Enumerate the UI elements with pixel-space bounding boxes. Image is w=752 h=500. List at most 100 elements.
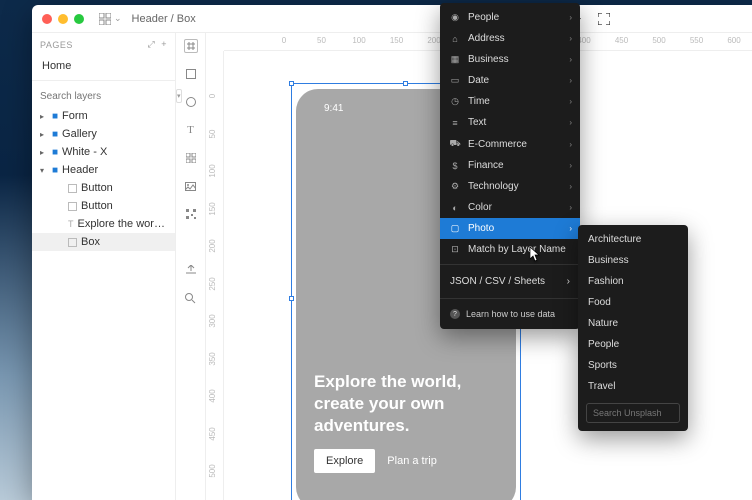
menu-item-e-commerce[interactable]: ⛟E-Commerce›	[440, 133, 580, 155]
chevron-right-icon: ›	[569, 182, 572, 191]
sidebar: PAGES ⤢ + Home ▾ ▸■Form▸■Gallery▸■White …	[32, 33, 176, 500]
ruler-tick: 500	[208, 464, 217, 477]
ruler-tick: 500	[652, 36, 665, 45]
submenu-search-input[interactable]: Search Unsplash	[586, 403, 680, 423]
divider	[32, 80, 175, 81]
ruler-tick: 350	[208, 352, 217, 365]
layer-item[interactable]: ▸■Gallery	[32, 125, 175, 143]
maximize-window-button[interactable]	[74, 14, 84, 24]
app-menu-icon[interactable]	[98, 12, 112, 26]
menu-separator	[440, 298, 580, 299]
ruler-tick: 50	[317, 36, 326, 45]
menu-item-color[interactable]: ◐Color›	[440, 197, 580, 218]
menu-item-label: Match by Layer Name	[468, 244, 566, 255]
layer-item[interactable]: Box	[32, 233, 175, 251]
submenu-item-business[interactable]: Business	[578, 250, 688, 271]
ruler-tick: 150	[390, 36, 403, 45]
collapse-icon[interactable]: ⤢	[148, 39, 156, 50]
traffic-lights	[42, 14, 84, 24]
layer-item[interactable]: ▸■Form	[32, 107, 175, 125]
qr-tool-icon[interactable]	[184, 207, 198, 221]
menu-item-icon: $	[450, 161, 460, 171]
chevron-right-icon: ›	[569, 97, 572, 106]
menu-item-technology[interactable]: ⚙Technology›	[440, 176, 580, 197]
ruler-tick: 300	[208, 314, 217, 327]
layer-item[interactable]: Button	[32, 179, 175, 197]
chevron-right-icon: ›	[569, 34, 572, 43]
menu-item-business[interactable]: ▦Business›	[440, 49, 580, 70]
submenu-item-fashion[interactable]: Fashion	[578, 271, 688, 292]
ruler-tick: 50	[208, 129, 217, 138]
layer-label: Header	[62, 164, 98, 176]
layer-item[interactable]: ▸■White - X	[32, 143, 175, 161]
layer-tree: ▸■Form▸■Gallery▸■White - X▾■HeaderButton…	[32, 107, 175, 251]
layer-item[interactable]: TExplore the world, cr...	[32, 215, 175, 233]
export-tool-icon[interactable]	[184, 263, 198, 277]
chevron-right-icon: ›	[569, 55, 572, 64]
menu-item-label: Time	[468, 96, 490, 107]
layer-item[interactable]: Button	[32, 197, 175, 215]
menu-item-icon: ▦	[450, 54, 460, 65]
views-tool-icon[interactable]	[184, 151, 198, 165]
add-page-icon[interactable]: +	[161, 39, 167, 50]
menu-item-people[interactable]: ◉People›	[440, 7, 580, 28]
selection-handle[interactable]	[289, 81, 294, 86]
titlebar: ⌄ Header / Box	[32, 5, 752, 33]
menu-item-label: Address	[468, 33, 505, 44]
chevron-down-icon[interactable]: ⌄	[114, 13, 122, 24]
menu-item-address[interactable]: ⌂ Address ›	[440, 28, 580, 49]
menu-item-icon: ≡	[450, 118, 460, 128]
submenu-item-people[interactable]: People	[578, 334, 688, 355]
menu-learn-link[interactable]: ?Learn how to use data	[440, 303, 580, 325]
menu-item-json[interactable]: JSON / CSV / Sheets›	[440, 269, 580, 294]
submenu-item-travel[interactable]: Travel	[578, 376, 688, 397]
menu-item-finance[interactable]: $Finance›	[440, 155, 580, 176]
chevron-right-icon: ›	[569, 140, 572, 149]
menu-item-photo[interactable]: ▢Photo›	[440, 218, 580, 239]
frame-tool-icon[interactable]	[184, 39, 198, 53]
ruler-tick: 550	[690, 36, 703, 45]
search-input[interactable]	[40, 91, 172, 102]
layer-label: Box	[81, 236, 100, 248]
submenu-item-food[interactable]: Food	[578, 292, 688, 313]
ruler-tick: 450	[208, 427, 217, 440]
layer-item[interactable]: ▾■Header	[32, 161, 175, 179]
menu-item-icon: ⌂	[450, 34, 460, 44]
image-tool-icon[interactable]	[184, 179, 198, 193]
submenu-item-sports[interactable]: Sports	[578, 355, 688, 376]
layer-label: Gallery	[62, 128, 97, 140]
pages-header: PAGES ⤢ +	[32, 33, 175, 56]
chevron-right-icon: ›	[569, 161, 572, 170]
submenu-item-architecture[interactable]: Architecture	[578, 229, 688, 250]
menu-item-icon: ▢	[450, 223, 460, 234]
menu-item-label: Color	[468, 202, 492, 213]
menu-item-date[interactable]: ▭Date›	[440, 70, 580, 91]
menu-learn-label: Learn how to use data	[466, 309, 555, 319]
selection-handle[interactable]	[289, 296, 294, 301]
minimize-window-button[interactable]	[58, 14, 68, 24]
text-tool-icon[interactable]: T	[184, 123, 198, 137]
search-tool-icon[interactable]	[184, 291, 198, 305]
photo-submenu: ArchitectureBusinessFashionFoodNaturePeo…	[578, 225, 688, 431]
ruler-tick: 200	[208, 239, 217, 252]
chevron-right-icon: ›	[569, 203, 572, 212]
page-item-home[interactable]: Home	[32, 56, 175, 76]
ellipse-tool-icon[interactable]	[184, 95, 198, 109]
close-window-button[interactable]	[42, 14, 52, 24]
menu-item-icon: ⊡	[450, 244, 460, 255]
search-row: ▾	[32, 85, 175, 107]
ruler-tick: 250	[208, 277, 217, 290]
menu-item-label: JSON / CSV / Sheets	[450, 276, 545, 287]
breadcrumb[interactable]: Header / Box	[132, 13, 196, 25]
ruler-tick: 600	[727, 36, 740, 45]
menu-item-label: Date	[468, 75, 489, 86]
menu-item-time[interactable]: ◷Time›	[440, 91, 580, 112]
expand-icon[interactable]	[596, 11, 612, 27]
ruler-tick: 400	[208, 389, 217, 402]
submenu-item-nature[interactable]: Nature	[578, 313, 688, 334]
selection-handle[interactable]	[403, 81, 408, 86]
data-menu: ◉People›⌂Address›▦Business›▭Date›◷Time›≡…	[440, 3, 580, 329]
rectangle-tool-icon[interactable]	[184, 67, 198, 81]
menu-item-text[interactable]: ≡Text›	[440, 112, 580, 133]
menu-item-match-by-layer-name[interactable]: ⊡ Match by Layer Name	[440, 239, 580, 260]
